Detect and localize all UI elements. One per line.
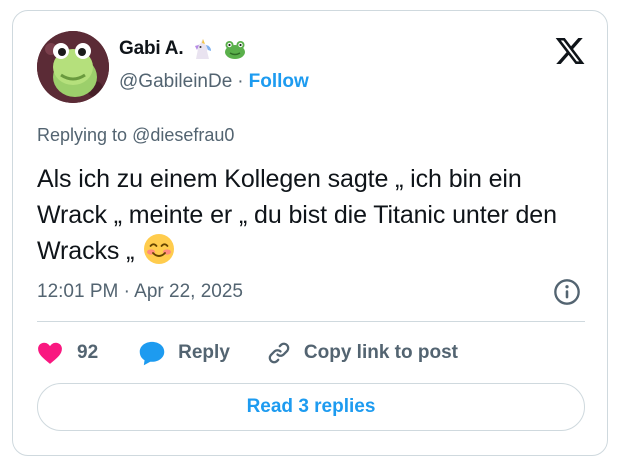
reply-label: Reply [178,342,230,363]
copy-link-button[interactable]: Copy link to post [266,340,458,366]
copy-link-label: Copy link to post [303,342,458,363]
avatar[interactable] [37,31,109,103]
read-replies-button[interactable]: Read 3 replies [37,383,585,431]
like-button[interactable]: 92 [37,341,98,365]
read-replies-label: Read 3 replies [246,396,376,417]
heart-icon [38,342,62,364]
smiling-face-emoji [144,234,175,264]
author-name-row: Gabi A. [119,37,247,61]
tweet-card: Gabi A. @GabileinDe · Follow Replying to… [12,10,608,456]
divider [37,321,585,322]
follow-button[interactable]: Follow [249,71,309,93]
chat-bubble-icon [139,341,165,366]
reply-mention-link[interactable]: @diesefrau0 [132,125,234,145]
handle-row: @GabileinDe · Follow [119,71,309,93]
handle[interactable]: @GabileinDe [119,71,232,93]
timestamp[interactable]: 12:01 PM · Apr 22, 2025 [37,281,243,303]
frog-emoji [225,41,246,59]
link-icon [268,342,290,364]
replying-to: Replying to @diesefrau0 [37,125,234,146]
replying-to-prefix: Replying to [37,125,128,145]
separator: · [237,71,244,92]
like-count: 92 [77,342,99,363]
x-logo-icon[interactable] [553,35,587,67]
display-name[interactable]: Gabi A. [119,38,184,60]
tweet-body: Als ich zu einem Kollegen sagte „ ich bi… [37,165,557,265]
tweet-text: Als ich zu einem Kollegen sagte „ ich bi… [37,161,587,269]
unicorn-emoji [195,39,212,59]
reply-button[interactable]: Reply [138,340,230,366]
action-bar: 92 Reply Copy link to post [37,337,458,369]
info-icon[interactable] [553,278,581,306]
